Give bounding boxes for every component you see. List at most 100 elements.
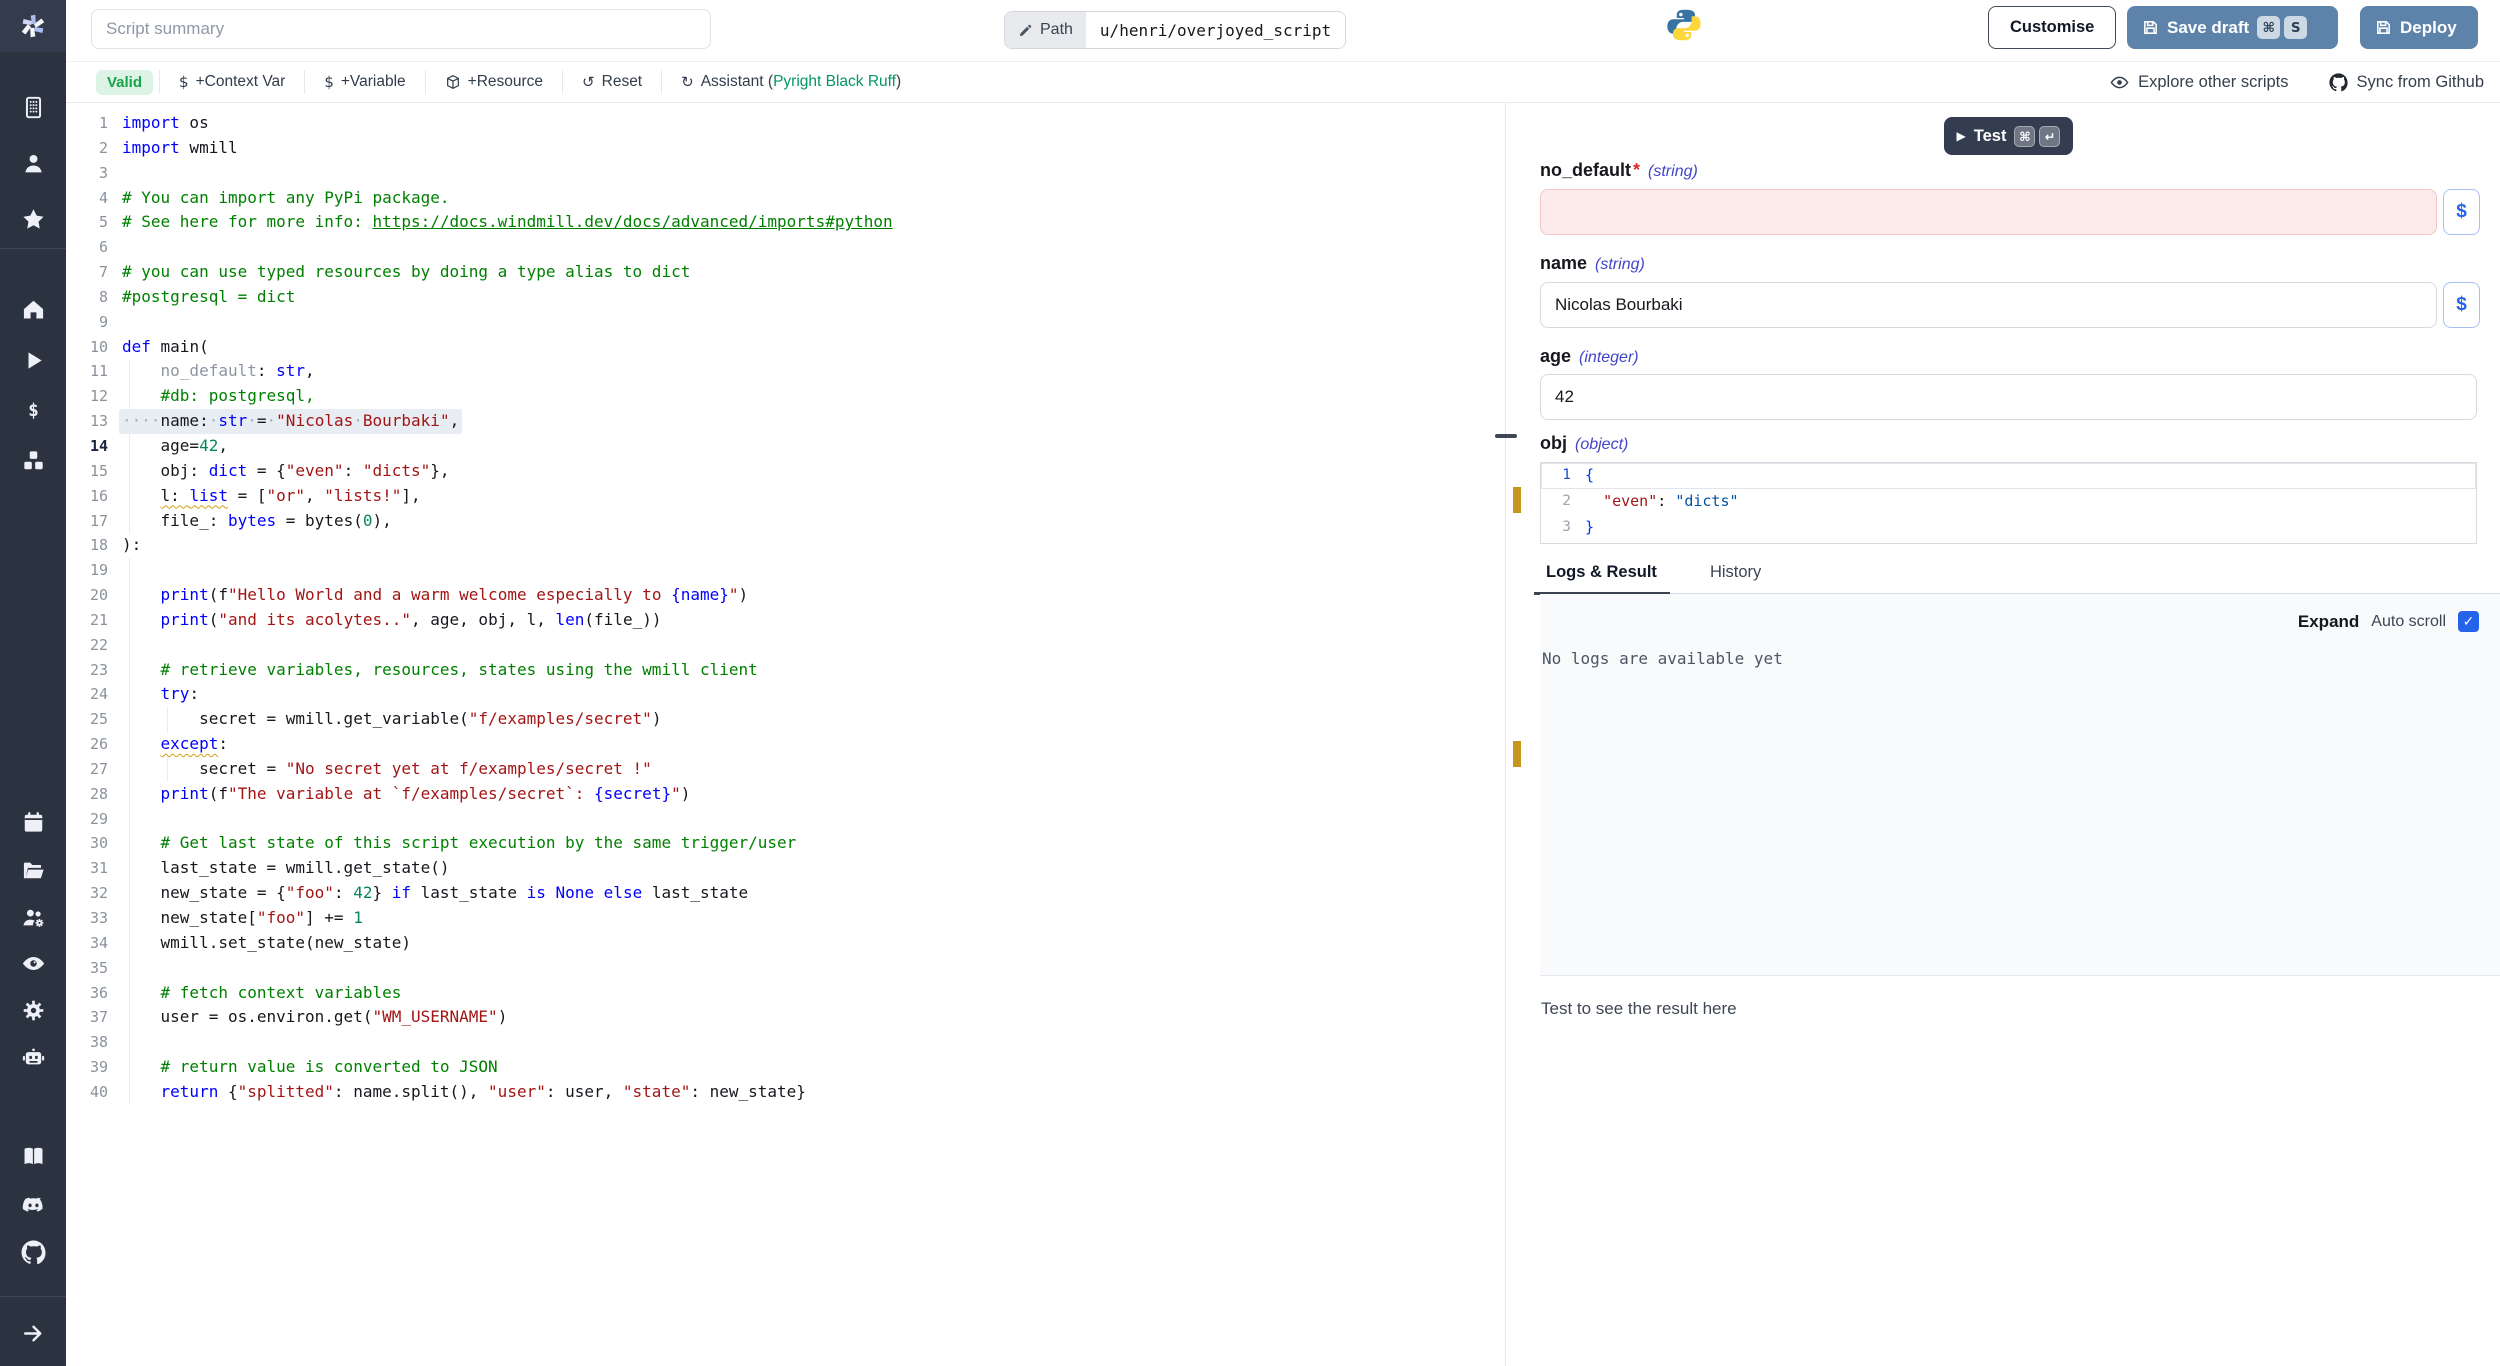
field-type: (string) (1648, 163, 1698, 181)
code-line[interactable]: 10def main( (66, 335, 1505, 360)
code-line[interactable]: 14 age=42, (66, 434, 1505, 459)
no-default-input[interactable] (1540, 189, 2437, 235)
code-line[interactable]: 23 # retrieve variables, resources, stat… (66, 658, 1505, 683)
code-line[interactable]: 20 print(f"Hello World and a warm welcom… (66, 583, 1505, 608)
code-line[interactable]: 28 print(f"The variable at `f/examples/s… (66, 782, 1505, 807)
code-line[interactable]: 34 wmill.set_state(new_state) (66, 931, 1505, 956)
svg-text:$: $ (28, 401, 39, 421)
code-line[interactable]: 1import os (66, 111, 1505, 136)
code-editor[interactable]: 1import os2import wmill34# You can impor… (66, 103, 1505, 1366)
code-line[interactable]: 7# you can use typed resources by doing … (66, 260, 1505, 285)
home-icon[interactable] (0, 296, 66, 322)
insert-variable-button[interactable]: $ (2443, 189, 2480, 235)
sidebar-divider-top (0, 248, 66, 249)
save-draft-button[interactable]: Save draft ⌘ S (2127, 6, 2338, 49)
code-line[interactable]: 37 user = os.environ.get("WM_USERNAME") (66, 1005, 1505, 1030)
users-gear-icon[interactable] (0, 904, 66, 930)
code-line[interactable]: 16 l: list = ["or", "lists!"], (66, 484, 1505, 509)
play-icon[interactable] (0, 347, 66, 373)
code-line[interactable]: 11 no_default: str, (66, 359, 1505, 384)
code-line[interactable]: 18): (66, 533, 1505, 558)
folder-icon[interactable] (0, 857, 66, 883)
add-variable-button[interactable]: $ +Variable (305, 73, 424, 91)
code-line[interactable]: 26 except: (66, 732, 1505, 757)
age-input[interactable] (1540, 374, 2477, 420)
editor-toolbar: Valid $ +Context Var $ +Variable +Resour… (66, 62, 2500, 103)
autoscroll-checkbox[interactable]: ✓ (2458, 611, 2479, 632)
panel-resize-handle[interactable] (1495, 434, 1517, 438)
tab-history[interactable]: History (1704, 563, 1770, 593)
explore-other-scripts-button[interactable]: Explore other scripts (2110, 73, 2288, 92)
calendar-icon[interactable] (0, 809, 66, 835)
customise-button[interactable]: Customise (1988, 6, 2116, 49)
code-line[interactable]: 29 (66, 807, 1505, 832)
dollar-icon[interactable]: $ (0, 397, 66, 423)
code-line[interactable]: 19 (66, 558, 1505, 583)
deploy-button[interactable]: Deploy (2360, 6, 2478, 49)
autoscroll-label: Auto scroll (2371, 613, 2446, 631)
code-line[interactable]: 30 # Get last state of this script execu… (66, 831, 1505, 856)
code-line[interactable]: 12 #db: postgresql, (66, 384, 1505, 409)
code-line[interactable]: 2import wmill (66, 136, 1505, 161)
json-editor-line[interactable]: 2 "even": "dicts" (1541, 489, 2476, 515)
deploy-label: Deploy (2400, 18, 2457, 38)
code-line[interactable]: 13····name:·str·=·"Nicolas·Bourbaki", (66, 409, 1505, 434)
code-line[interactable]: 36 # fetch context variables (66, 981, 1505, 1006)
code-line[interactable]: 33 new_state["foo"] += 1 (66, 906, 1505, 931)
code-line[interactable]: 8#postgresql = dict (66, 285, 1505, 310)
code-line[interactable]: 32 new_state = {"foo": 42} if last_state… (66, 881, 1505, 906)
name-input[interactable] (1540, 282, 2437, 328)
code-line[interactable]: 6 (66, 235, 1505, 260)
script-summary-input[interactable] (91, 9, 711, 49)
gear-icon[interactable] (0, 997, 66, 1023)
code-line[interactable]: 22 (66, 633, 1505, 658)
amber-marker (1513, 741, 1521, 767)
discord-icon[interactable] (0, 1191, 66, 1217)
insert-variable-button[interactable]: $ (2443, 282, 2480, 328)
code-lines: 1import os2import wmill34# You can impor… (66, 111, 1505, 1105)
code-line[interactable]: 9 (66, 310, 1505, 335)
code-line[interactable]: 38 (66, 1030, 1505, 1055)
code-line[interactable]: 17 file_: bytes = bytes(0), (66, 509, 1505, 534)
code-line[interactable]: 4# You can import any PyPi package. (66, 186, 1505, 211)
github-icon[interactable] (0, 1239, 66, 1265)
assistant-button[interactable]: ↻ Assistant (Pyright Black Ruff) (662, 73, 920, 91)
code-line[interactable]: 5# See here for more info: https://docs.… (66, 210, 1505, 235)
test-button[interactable]: ▶ Test ⌘ ↵ (1944, 117, 2074, 155)
building-icon[interactable] (0, 94, 66, 120)
sync-from-github-button[interactable]: Sync from Github (2329, 73, 2484, 92)
code-line[interactable]: 35 (66, 956, 1505, 981)
cubes-icon[interactable] (0, 447, 66, 473)
json-editor-line[interactable]: 3} (1541, 515, 2476, 541)
code-line[interactable]: 3 (66, 161, 1505, 186)
reset-button[interactable]: ↺ Reset (563, 73, 661, 91)
star-icon[interactable] (0, 206, 66, 232)
logs-area: Expand Auto scroll ✓ No logs are availab… (1540, 594, 2500, 975)
dollar-icon: $ (324, 73, 334, 91)
tab-logs-result[interactable]: Logs & Result (1540, 563, 1666, 593)
code-line[interactable]: 40 return {"splitted": name.split(), "us… (66, 1080, 1505, 1105)
obj-json-editor[interactable]: 1{2 "even": "dicts"3} (1540, 462, 2477, 544)
windmill-logo[interactable] (0, 0, 66, 52)
code-line[interactable]: 21 print("and its acolytes..", age, obj,… (66, 608, 1505, 633)
reset-label: Reset (602, 73, 643, 91)
eye-icon[interactable] (0, 950, 66, 976)
code-line[interactable]: 31 last_state = wmill.get_state() (66, 856, 1505, 881)
code-line[interactable]: 27 secret = "No secret yet at f/examples… (66, 757, 1505, 782)
code-line[interactable]: 15 obj: dict = {"even": "dicts"}, (66, 459, 1505, 484)
code-line[interactable]: 39 # return value is converted to JSON (66, 1055, 1505, 1080)
user-icon[interactable] (0, 150, 66, 176)
add-resource-button[interactable]: +Resource (426, 73, 562, 91)
arrow-right-icon[interactable] (0, 1320, 66, 1346)
dollar-icon: $ (179, 73, 189, 91)
book-icon[interactable] (0, 1143, 66, 1169)
code-line[interactable]: 25 secret = wmill.get_variable("f/exampl… (66, 707, 1505, 732)
robot-icon[interactable] (0, 1044, 66, 1070)
path-button[interactable]: Path u/henri/overjoyed_script (1004, 11, 1346, 49)
json-editor-line[interactable]: 1{ (1541, 463, 2476, 489)
add-context-var-button[interactable]: $ +Context Var (160, 73, 304, 91)
code-line[interactable]: 24 try: (66, 682, 1505, 707)
cmd-key-badge: ⌘ (2257, 16, 2280, 39)
expand-button[interactable]: Expand (2298, 612, 2359, 632)
sidebar-divider-bottom (0, 1296, 66, 1297)
